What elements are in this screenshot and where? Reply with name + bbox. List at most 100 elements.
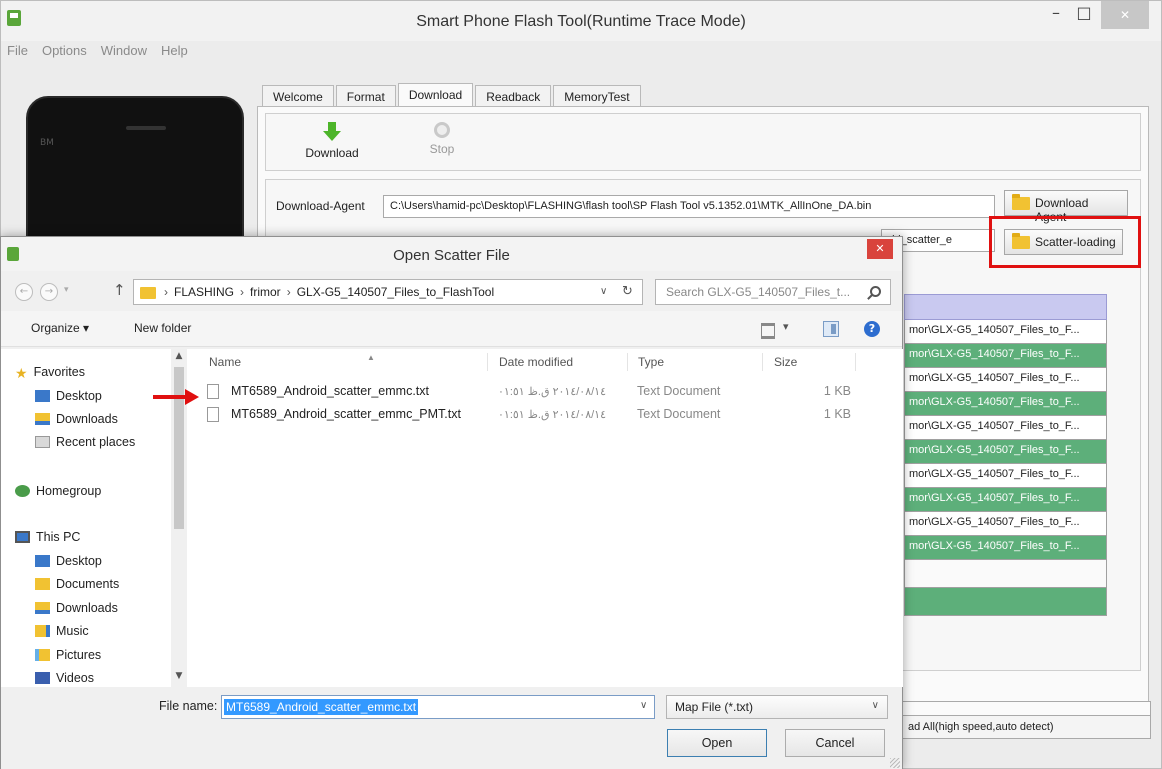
up-arrow-icon[interactable]: ↑: [113, 281, 126, 299]
partition-row[interactable]: mor\GLX-G5_140507_Files_to_F...: [904, 464, 1107, 488]
minimize-button[interactable]: –: [1043, 1, 1069, 29]
download-agent-label: Download-Agent: [276, 199, 365, 213]
dialog-close-button[interactable]: ✕: [867, 239, 893, 259]
column-header-name[interactable]: Name ▲: [209, 353, 375, 369]
help-icon[interactable]: ?: [864, 321, 880, 337]
back-icon[interactable]: ←: [15, 283, 33, 301]
column-divider[interactable]: [627, 353, 628, 371]
scroll-down-icon[interactable]: ▼: [173, 671, 185, 681]
phone-speaker: [126, 126, 166, 130]
nav-pictures[interactable]: Pictures: [35, 648, 101, 668]
search-input[interactable]: [666, 285, 866, 299]
menu-window[interactable]: Window: [101, 43, 147, 63]
chevron-down-icon[interactable]: ∨: [640, 700, 647, 711]
partition-row[interactable]: mor\GLX-G5_140507_Files_to_F...: [904, 512, 1107, 536]
file-type-value: Map File (*.txt): [675, 700, 754, 714]
dialog-titlebar: Open Scatter File ✕: [1, 237, 902, 271]
file-name-input[interactable]: MT6589_Android_scatter_emmc.txt ∨: [221, 695, 655, 719]
nav-homegroup[interactable]: Homegroup: [15, 484, 101, 504]
menu-help[interactable]: Help: [161, 43, 188, 63]
tab-readback[interactable]: Readback: [475, 85, 552, 107]
column-divider[interactable]: [487, 353, 488, 371]
open-button[interactable]: Open: [667, 729, 767, 757]
nav-favorites[interactable]: ★ Favorites: [15, 365, 85, 385]
partition-list: mor\GLX-G5_140507_Files_to_F... mor\GLX-…: [904, 294, 1107, 616]
file-row[interactable]: MT6589_Android_scatter_emmc_PMT.txt ٢٠١٤…: [201, 405, 861, 427]
breadcrumb-flashing[interactable]: FLASHING: [174, 285, 234, 299]
download-mode-select[interactable]: ad All(high speed,auto detect): [881, 715, 1151, 739]
scroll-up-icon[interactable]: ▲: [173, 351, 185, 361]
change-view-icon[interactable]: [757, 319, 797, 339]
nav-downloads-label: Downloads: [56, 412, 118, 426]
partition-row[interactable]: mor\GLX-G5_140507_Files_to_F...: [904, 440, 1107, 464]
nav-documents[interactable]: Documents: [35, 577, 119, 597]
menu-options[interactable]: Options: [42, 43, 87, 63]
column-header-date[interactable]: Date modified: [499, 355, 573, 369]
recent-locations-icon[interactable]: ▾: [64, 285, 69, 295]
download-agent-button[interactable]: Download Agent: [1004, 190, 1128, 224]
partition-row[interactable]: mor\GLX-G5_140507_Files_to_F...: [904, 344, 1107, 368]
refresh-icon[interactable]: ↻: [622, 284, 633, 299]
partition-row[interactable]: mor\GLX-G5_140507_Files_to_F...: [904, 320, 1107, 344]
file-name-label: File name:: [159, 699, 218, 713]
desktop-icon: [35, 555, 50, 567]
partition-row[interactable]: mor\GLX-G5_140507_Files_to_F...: [904, 536, 1107, 560]
breadcrumb-glx-folder[interactable]: GLX-G5_140507_Files_to_FlashTool: [297, 285, 494, 299]
chevron-down-icon[interactable]: ∨: [600, 286, 607, 297]
red-arrow-icon: [153, 389, 201, 405]
cancel-button[interactable]: Cancel: [785, 729, 885, 757]
breadcrumb-frimor[interactable]: frimor: [250, 285, 281, 299]
column-divider[interactable]: [855, 353, 856, 371]
computer-icon: [15, 531, 30, 543]
partition-row[interactable]: mor\GLX-G5_140507_Files_to_F...: [904, 488, 1107, 512]
music-icon: [35, 625, 50, 637]
nav-music[interactable]: Music: [35, 624, 89, 644]
organize-button[interactable]: Organize ▾: [31, 321, 89, 335]
chevron-right-icon: ›: [286, 285, 291, 299]
nav-desktop[interactable]: Desktop: [35, 389, 102, 409]
partition-row[interactable]: mor\GLX-G5_140507_Files_to_F...: [904, 416, 1107, 440]
nav-pc-desktop[interactable]: Desktop: [35, 554, 102, 574]
address-bar[interactable]: › FLASHING › frimor › GLX-G5_140507_File…: [133, 279, 643, 305]
search-icon[interactable]: [870, 286, 881, 297]
nav-videos[interactable]: Videos: [35, 671, 94, 687]
close-button[interactable]: ✕: [1101, 1, 1149, 29]
new-folder-button[interactable]: New folder: [134, 321, 191, 335]
download-agent-path[interactable]: C:\Users\hamid-pc\Desktop\FLASHING\flash…: [383, 195, 995, 218]
recent-places-icon: [35, 436, 50, 448]
text-file-icon: [207, 384, 219, 399]
nav-favorites-label: Favorites: [33, 365, 85, 379]
column-divider[interactable]: [762, 353, 763, 371]
column-header-size[interactable]: Size: [774, 355, 797, 369]
nav-downloads[interactable]: Downloads: [35, 412, 118, 432]
resize-grip-icon[interactable]: [890, 758, 900, 768]
download-arrow-icon: [322, 122, 342, 142]
tab-memorytest[interactable]: MemoryTest: [553, 85, 641, 107]
stop-button-label: Stop: [429, 142, 455, 156]
maximize-button[interactable]: □: [1071, 1, 1097, 29]
stop-button[interactable]: Stop: [422, 122, 462, 156]
nav-this-pc[interactable]: This PC: [15, 530, 80, 550]
partition-row[interactable]: [904, 560, 1107, 588]
partition-row[interactable]: mor\GLX-G5_140507_Files_to_F...: [904, 392, 1107, 416]
file-row[interactable]: MT6589_Android_scatter_emmc.txt ٢٠١٤/٠٨/…: [201, 382, 861, 404]
file-size: 1 KB: [823, 407, 851, 421]
nav-pc-downloads[interactable]: Downloads: [35, 601, 118, 621]
nav-recent-places-label: Recent places: [56, 435, 136, 449]
tab-format[interactable]: Format: [335, 85, 396, 107]
file-type: Text Document: [637, 407, 721, 421]
partition-row[interactable]: [904, 588, 1107, 616]
search-box[interactable]: [655, 279, 891, 305]
download-button[interactable]: Download: [302, 122, 362, 160]
preview-pane-icon[interactable]: [823, 321, 839, 337]
file-type-select[interactable]: Map File (*.txt) ∨: [666, 695, 888, 719]
partition-row[interactable]: mor\GLX-G5_140507_Files_to_F...: [904, 368, 1107, 392]
file-type: Text Document: [637, 384, 721, 398]
tab-welcome[interactable]: Welcome: [262, 85, 334, 107]
nav-recent-places[interactable]: Recent places: [35, 435, 135, 455]
open-scatter-file-dialog: Open Scatter File ✕ ← → ▾ ↑ › FLASHING ›…: [0, 236, 903, 769]
forward-icon[interactable]: →: [40, 283, 58, 301]
column-header-type[interactable]: Type: [638, 355, 664, 369]
menu-file[interactable]: File: [7, 43, 28, 63]
tab-download[interactable]: Download: [397, 83, 474, 107]
